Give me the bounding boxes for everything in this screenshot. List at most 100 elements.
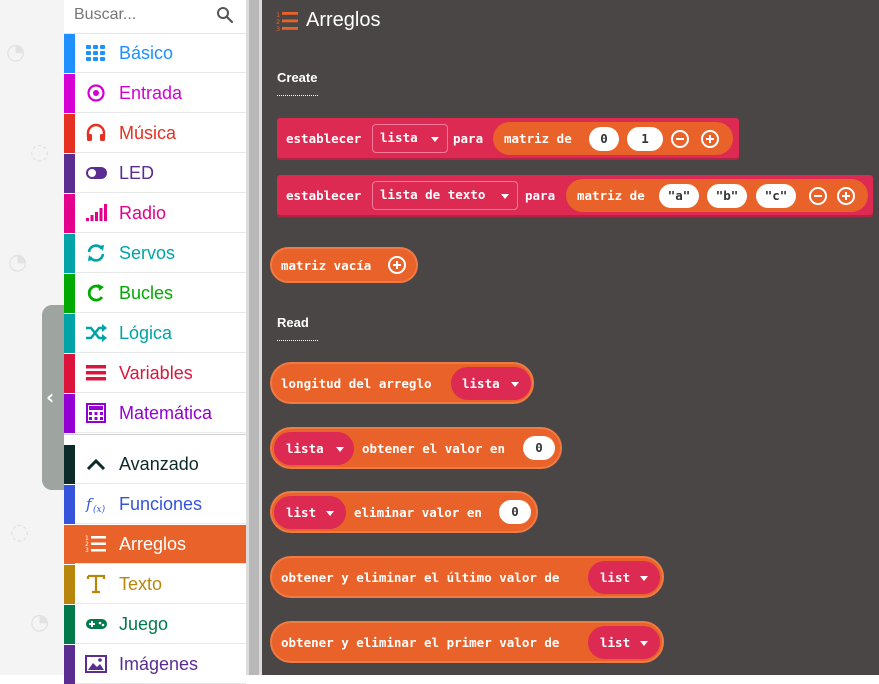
collapse-toolbox-button[interactable]: ‹: [42, 305, 64, 490]
category-color-bar: [64, 645, 75, 684]
dropdown-value: lista: [286, 441, 324, 456]
toolbox-divider: [64, 434, 246, 445]
signal-bars-icon: [86, 204, 107, 221]
plus-circle-icon[interactable]: [388, 256, 406, 274]
category-funciones[interactable]: f (x) Funciones: [64, 485, 246, 524]
section-underline: [277, 340, 318, 341]
category-bucles[interactable]: Bucles: [64, 274, 246, 313]
category-imagenes[interactable]: Imágenes: [64, 645, 246, 684]
search-icon[interactable]: [216, 6, 234, 24]
minus-circle-icon[interactable]: [809, 187, 827, 205]
svg-text:3: 3: [85, 547, 89, 554]
variable-dropdown[interactable]: list: [588, 561, 660, 594]
scrollbar-thumb[interactable]: [249, 0, 259, 675]
caret-down-icon: [326, 511, 334, 516]
category-label: Variables: [119, 363, 193, 383]
variable-dropdown[interactable]: list: [588, 626, 660, 659]
category-matematica[interactable]: Matemática: [64, 394, 246, 433]
category-juego[interactable]: Juego: [64, 605, 246, 644]
value-input[interactable]: "c": [756, 184, 796, 208]
plus-circle-icon[interactable]: [837, 187, 855, 205]
headphones-icon: [86, 123, 106, 141]
background-pattern: ◌: [10, 520, 30, 545]
search-input[interactable]: [74, 5, 214, 25]
value-input[interactable]: "a": [659, 184, 699, 208]
block-keyword: matriz vacía: [281, 258, 372, 273]
block-set-text-array[interactable]: establecer lista de texto para matriz de…: [277, 175, 873, 217]
variable-dropdown[interactable]: lista de texto: [372, 181, 518, 210]
category-color-bar: [64, 354, 75, 393]
workspace-edge: ◔ ◌ ◔ ◌ ◔ ‹: [0, 0, 64, 675]
block-set-array[interactable]: establecer lista para matriz de 0 1: [277, 118, 739, 160]
category-variables[interactable]: Variables: [64, 354, 246, 393]
value-input[interactable]: 1: [627, 127, 663, 151]
variable-dropdown[interactable]: list: [274, 496, 346, 529]
category-texto[interactable]: Texto: [64, 565, 246, 604]
category-color-bar: [64, 194, 75, 233]
value-input[interactable]: 0: [499, 500, 531, 524]
category-color-bar: [64, 445, 75, 484]
caret-down-icon: [511, 382, 519, 387]
gamepad-icon: [86, 619, 107, 629]
caret-down-icon: [501, 194, 509, 199]
block-pop-first-value[interactable]: obtener y eliminar el primer valor de li…: [270, 621, 664, 663]
chevron-up-icon: [86, 458, 106, 471]
category-entrada[interactable]: Entrada: [64, 74, 246, 113]
value-input[interactable]: 0: [523, 436, 555, 460]
block-keyword: para: [453, 131, 484, 146]
block-keyword: obtener y eliminar el primer valor de: [281, 635, 560, 650]
category-basico[interactable]: Básico: [64, 34, 246, 73]
block-array-length[interactable]: longitud del arreglo lista: [270, 362, 534, 404]
block-keyword: eliminar valor en: [354, 505, 482, 520]
section-label-create: Create: [277, 70, 318, 85]
category-logica[interactable]: Lógica: [64, 314, 246, 353]
search-bar: [64, 0, 246, 34]
category-radio[interactable]: Radio: [64, 194, 246, 233]
block-pop-last-value[interactable]: obtener y eliminar el último valor de li…: [270, 556, 664, 598]
function-icon: f (x): [85, 495, 106, 514]
category-color-bar: [64, 74, 75, 113]
category-color-bar: [64, 154, 75, 193]
variable-dropdown[interactable]: lista: [372, 124, 448, 153]
category-arreglos[interactable]: 123 Arreglos: [64, 525, 246, 564]
category-led[interactable]: LED: [64, 154, 246, 193]
block-keyword: establecer: [286, 188, 362, 203]
block-remove-value-at[interactable]: list eliminar valor en 0: [270, 491, 538, 533]
dropdown-value: lista de texto: [380, 187, 486, 202]
block-empty-array[interactable]: matriz vacía: [270, 247, 418, 283]
value-input[interactable]: 0: [589, 127, 619, 151]
grid-icon: [86, 45, 105, 61]
category-label: Básico: [119, 43, 174, 63]
array-of-reporter[interactable]: matriz de 0 1: [493, 122, 733, 155]
block-keyword: matriz de: [504, 131, 572, 146]
background-pattern: ◌: [30, 140, 50, 165]
category-label: Avanzado: [119, 454, 199, 474]
background-pattern: ◔: [30, 610, 50, 635]
variable-dropdown[interactable]: lista: [274, 432, 354, 465]
value-input[interactable]: "b": [707, 184, 747, 208]
category-label: Funciones: [119, 494, 203, 514]
variable-dropdown[interactable]: lista: [451, 367, 531, 400]
background-pattern: ◔: [8, 250, 28, 275]
block-keyword: establecer: [286, 131, 362, 146]
category-label: LED: [119, 163, 155, 183]
shuffle-icon: [86, 324, 107, 342]
array-of-reporter[interactable]: matriz de "a" "b" "c": [566, 179, 868, 212]
category-servos[interactable]: Servos: [64, 234, 246, 273]
svg-text:(x): (x): [93, 504, 106, 514]
category-color-bar: [64, 34, 75, 73]
category-label: Música: [119, 123, 177, 143]
block-get-value-at[interactable]: lista obtener el valor en 0: [270, 427, 562, 469]
caret-down-icon: [431, 137, 439, 142]
plus-circle-icon[interactable]: [701, 130, 719, 148]
block-keyword: obtener y eliminar el último valor de: [281, 570, 560, 585]
category-label: Lógica: [119, 323, 173, 343]
image-icon: [85, 655, 107, 673]
dropdown-value: lista: [462, 376, 500, 391]
category-avanzado[interactable]: Avanzado: [64, 445, 246, 484]
block-keyword: obtener el valor en: [362, 441, 505, 456]
chevron-left-icon: ‹: [46, 385, 55, 409]
minus-circle-icon[interactable]: [671, 130, 689, 148]
category-musica[interactable]: Música: [64, 114, 246, 153]
category-color-bar: [64, 234, 75, 273]
